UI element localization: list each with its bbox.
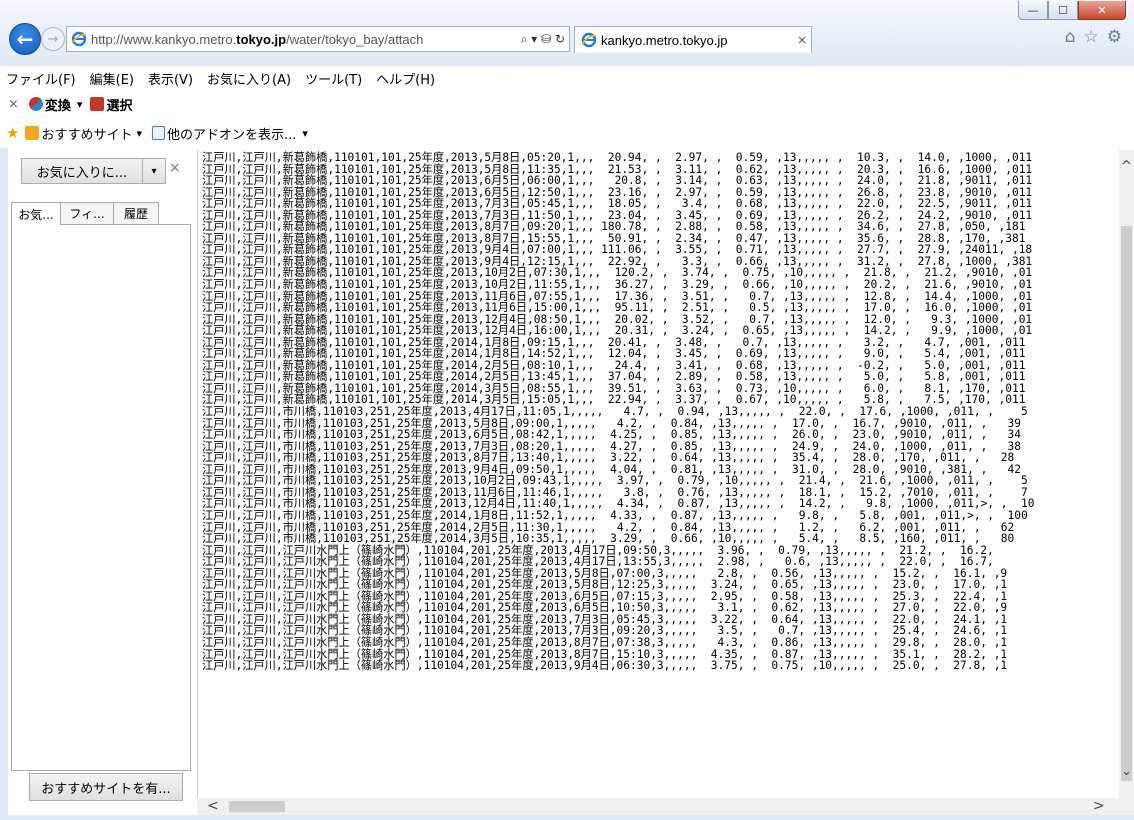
convert-dropdown-icon: ▾	[76, 97, 83, 111]
csv-line: 江戸川,江戸川,新葛飾橋,110101,101,25年度,2013,5月8日,0…	[202, 151, 1033, 164]
csv-line: 江戸川,江戸川,新葛飾橋,110101,101,25年度,2013,6月5日,0…	[202, 174, 1033, 188]
csv-line: 江戸川,江戸川,市川橋,110103,251,25年度,2013,6月5日,08…	[202, 428, 1021, 442]
addons-page-icon	[152, 126, 165, 140]
tab-close-icon[interactable]: ×	[793, 33, 811, 47]
csv-line: 江戸川,江戸川,江戸川水門上（篠崎水門）,110104,201,25年度,201…	[202, 659, 1008, 673]
scroll-right-icon[interactable]: >	[1093, 798, 1105, 814]
tab-history[interactable]: 履歴	[113, 202, 159, 224]
csv-line: 江戸川,江戸川,江戸川水門上（篠崎水門）,110104,201,25年度,201…	[202, 635, 1008, 649]
vertical-scrollbar[interactable]: ^ ⌄	[1119, 150, 1134, 798]
csv-line: 江戸川,江戸川,市川橋,110103,251,25年度,2013,4月17日,1…	[202, 405, 1028, 419]
horizontal-scroll-thumb[interactable]	[229, 801, 285, 812]
suggested-dropdown-icon: ▾	[136, 126, 142, 140]
add-to-favorites-dropdown[interactable]: ▾	[142, 158, 166, 184]
window-frame-left	[0, 148, 8, 820]
menu-help[interactable]: ヘルプ(H)	[376, 69, 435, 88]
csv-text: 江戸川,江戸川,新葛飾橋,110101,101,25年度,2013,5月8日,0…	[202, 152, 1034, 672]
menu-file[interactable]: ファイル(F)	[6, 69, 76, 88]
favorites-star-icon[interactable]: ☆	[1084, 27, 1099, 47]
menu-view[interactable]: 表示(V)	[148, 69, 193, 88]
command-bar-close-icon[interactable]: ×	[8, 97, 19, 112]
minimize-icon: —	[1027, 3, 1039, 17]
url-suffix: /water/tokyo_bay/attach	[286, 31, 424, 47]
csv-line: 江戸川,江戸川,市川橋,110103,251,25年度,2014,1月8日,11…	[202, 508, 1028, 522]
tab-feeds[interactable]: フィ...	[60, 202, 114, 224]
url-prefix: http://www.kankyo.metro.	[91, 31, 237, 47]
forward-button[interactable]: →	[41, 27, 65, 51]
more-addons-label: 他のアドオンを表示...	[167, 127, 297, 143]
menu-favorites[interactable]: お気に入り(A)	[207, 69, 291, 88]
tab-favorites[interactable]: お気...	[11, 202, 61, 225]
addons-dropdown-icon: ▾	[302, 126, 308, 140]
convert-icon	[28, 97, 43, 111]
csv-line: 江戸川,江戸川,新葛飾橋,110101,101,25年度,2013,7月3日,0…	[202, 197, 1033, 211]
title-bar: — ☐ ✕ ← → http://www.kankyo.metro.tokyo.…	[0, 0, 1134, 66]
csv-line: 江戸川,江戸川,新葛飾橋,110101,101,25年度,2013,11月6日,…	[202, 301, 1033, 315]
vertical-scroll-thumb[interactable]	[1121, 226, 1132, 781]
address-bar[interactable]: http://www.kankyo.metro.tokyo.jp/water/t…	[66, 26, 570, 52]
convert-label: 変換	[44, 98, 71, 114]
url-domain: tokyo.jp	[236, 31, 287, 47]
favorites-bar-star-icon[interactable]: ★	[6, 124, 19, 142]
suggested-sites-label: おすすめサイト	[41, 127, 133, 143]
back-button[interactable]: ←	[9, 23, 41, 55]
maximize-button[interactable]: ☐	[1048, 1, 1078, 20]
favorites-bar: ★ おすすめサイト ▾ 他のアドオンを表示... ▾	[0, 118, 1134, 148]
back-arrow-icon: ←	[16, 27, 34, 51]
menu-tools[interactable]: ツール(T)	[305, 69, 362, 88]
tab-title: kankyo.metro.tokyo.jp	[601, 32, 728, 48]
csv-line: 江戸川,江戸川,市川橋,110103,251,25年度,2014,3月5日,10…	[202, 532, 1015, 546]
browser-tab[interactable]: kankyo.metro.tokyo.jp ×	[574, 26, 812, 53]
horizontal-scrollbar[interactable]: < >	[197, 798, 1119, 815]
command-bar: × 変換 ▾ 選択	[0, 90, 1134, 118]
scroll-left-icon[interactable]: <	[207, 798, 219, 814]
settings-gear-icon[interactable]: ⚙	[1107, 27, 1122, 47]
add-to-favorites-button[interactable]: お気に入りに...	[21, 158, 143, 184]
select-button[interactable]: 選択	[90, 95, 132, 114]
address-url[interactable]: http://www.kankyo.metro.tokyo.jp/water/t…	[91, 32, 521, 47]
home-icon[interactable]: ⌂	[1065, 27, 1076, 47]
csv-line: 江戸川,江戸川,新葛飾橋,110101,101,25年度,2013,10月2日,…	[202, 278, 1033, 292]
more-addons-button[interactable]: 他のアドオンを表示... ▾	[152, 124, 308, 143]
favorites-center-panel: お気に入りに... ▾ × お気... フィ... 履歴 おすすめサイトを有..…	[11, 150, 191, 810]
scroll-up-icon[interactable]: ^	[1119, 160, 1134, 174]
forward-arrow-icon: →	[47, 31, 59, 47]
page-content: 江戸川,江戸川,新葛飾橋,110101,101,25年度,2013,5月8日,0…	[197, 150, 1120, 798]
browser-toolbar-icons: ⌂ ☆ ⚙	[1065, 27, 1122, 47]
panel-tabs: お気... フィ... 履歴	[11, 202, 191, 225]
select-label: 選択	[106, 98, 133, 114]
address-tools[interactable]: ⌕ ▾ ⛁ ↻	[521, 32, 569, 47]
window-controls: — ☐ ✕	[1018, 1, 1126, 20]
scroll-down-icon[interactable]: ⌄	[1119, 765, 1134, 779]
minimize-button[interactable]: —	[1018, 1, 1048, 20]
ie-tab-icon	[581, 32, 597, 48]
maximize-icon: ☐	[1058, 3, 1068, 17]
scrollbar-corner	[1119, 798, 1134, 815]
close-icon: ✕	[1097, 3, 1107, 17]
enable-suggested-sites-button[interactable]: おすすめサイトを有...	[29, 773, 183, 801]
ie-page-icon	[71, 31, 87, 47]
panel-close-icon[interactable]: ×	[169, 160, 181, 176]
window-frame-bottom	[0, 815, 1134, 820]
favorites-list	[11, 224, 191, 771]
close-window-button[interactable]: ✕	[1078, 1, 1126, 20]
menu-edit[interactable]: 編集(E)	[90, 69, 134, 88]
menu-bar: ファイル(F) 編集(E) 表示(V) お気に入り(A) ツール(T) ヘルプ(…	[0, 66, 1134, 90]
csv-line: 江戸川,江戸川,江戸川水門上（篠崎水門）,110104,201,25年度,201…	[202, 555, 994, 569]
select-icon	[90, 97, 105, 111]
suggested-sites-button[interactable]: おすすめサイト ▾	[25, 124, 142, 143]
convert-button[interactable]: 変換 ▾	[28, 95, 83, 114]
bing-icon	[25, 126, 40, 140]
